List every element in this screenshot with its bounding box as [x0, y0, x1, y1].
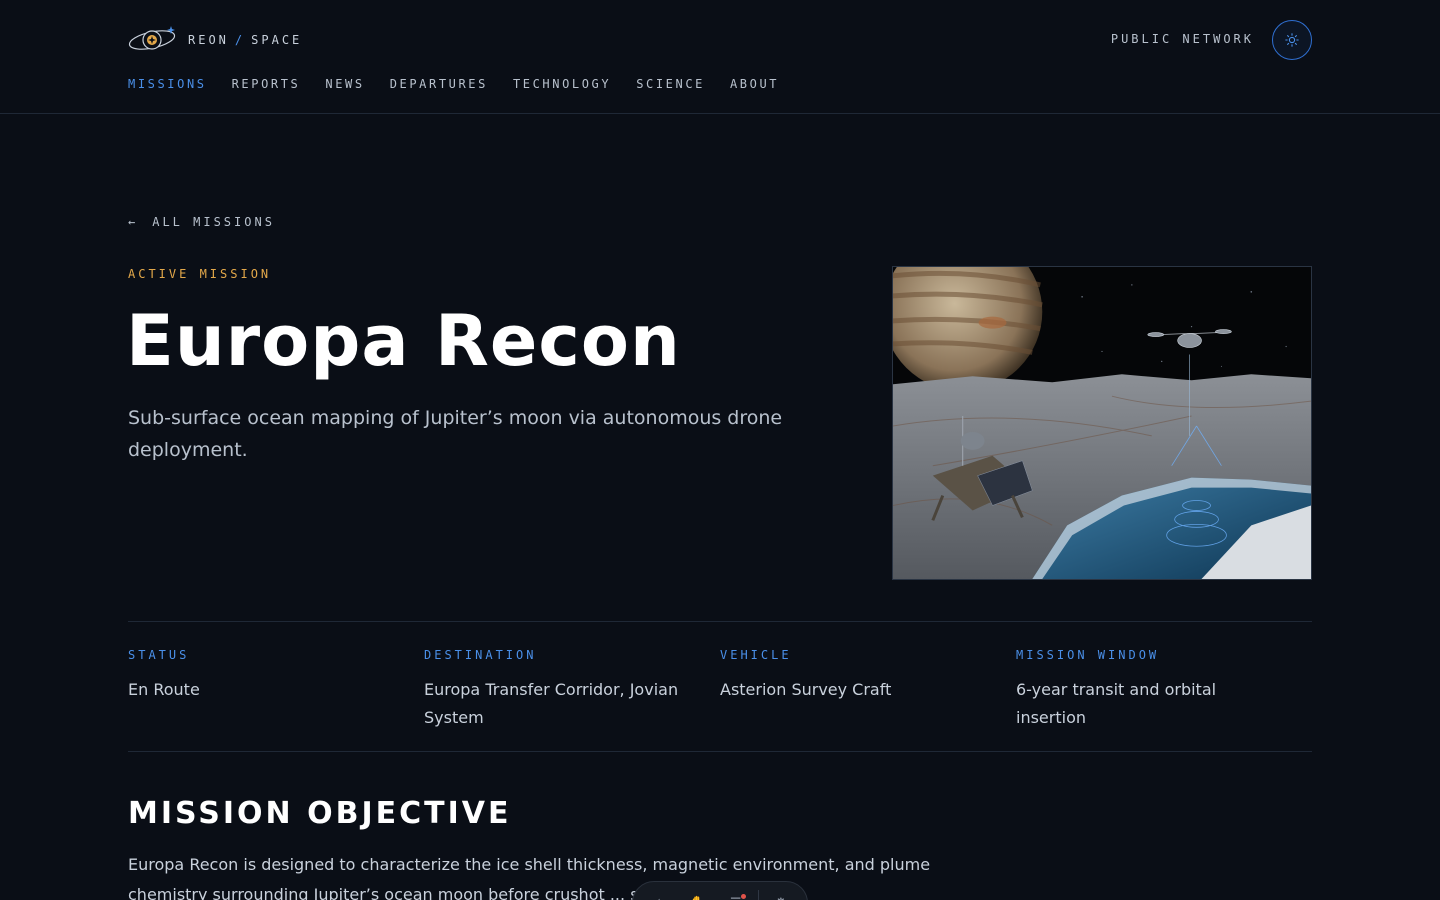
fact-label: DESTINATION	[424, 648, 537, 662]
fact-label: STATUS	[128, 648, 190, 662]
site-header: REON / SPACE PUBLIC NETWORK MISSIONS REP…	[0, 0, 1440, 114]
nav-item-technology[interactable]: TECHNOLOGY	[513, 76, 611, 92]
network-label: PUBLIC NETWORK	[1110, 32, 1254, 46]
menu-icon: ☰	[730, 896, 742, 900]
nav-item-news[interactable]: NEWS	[325, 76, 364, 92]
mission-objective-body: Europa Recon is designed to characterize…	[128, 855, 931, 900]
fact-value: 6-year transit and orbital insertion	[1016, 680, 1217, 727]
gear-icon: ⚙	[775, 896, 787, 900]
sun-icon	[1285, 33, 1299, 47]
section-title-mission-objective: MISSION OBJECTIVE	[128, 796, 512, 831]
mission-status-kicker: ACTIVE MISSION	[128, 267, 272, 281]
nav-item-reports[interactable]: REPORTS	[232, 76, 301, 92]
page-title: Europa Recon	[126, 300, 681, 382]
hand-icon: ✋	[689, 896, 705, 900]
page-subtitle: Sub-surface ocean mapping of Jupiter’s m…	[128, 407, 783, 461]
fact-mission-window: MISSION WINDOW 6-year transit and orbita…	[1016, 622, 1312, 751]
menu-tool-button[interactable]: ☰	[720, 888, 752, 900]
arrow-left-icon: ←	[128, 215, 139, 229]
nav-item-science[interactable]: SCIENCE	[636, 76, 705, 92]
fact-status: STATUS En Route	[128, 622, 424, 751]
notification-dot	[740, 894, 746, 899]
back-link-label: ALL MISSIONS	[152, 215, 275, 229]
all-missions-back-link[interactable]: ← ALL MISSIONS	[128, 214, 275, 230]
brand-name-left: REON	[188, 33, 229, 47]
mission-hero-image	[892, 266, 1312, 580]
main-nav: MISSIONS REPORTS NEWS DEPARTURES TECHNOL…	[128, 76, 779, 92]
fact-vehicle: VEHICLE Asterion Survey Craft	[720, 622, 1016, 751]
europa-illustration	[893, 267, 1311, 579]
hand-tool-button[interactable]: ✋	[681, 888, 713, 900]
fact-value: En Route	[128, 680, 200, 699]
pointer-icon: ▲	[654, 896, 664, 900]
brand-name-right: SPACE	[251, 33, 303, 47]
nav-item-about[interactable]: ABOUT	[730, 76, 779, 92]
brand-slash: /	[234, 33, 246, 47]
fact-destination: DESTINATION Europa Transfer Corridor, Jo…	[424, 622, 720, 751]
toolbar-divider	[757, 890, 759, 900]
brand-logo[interactable]: REON / SPACE	[128, 24, 302, 56]
brand-wordmark: REON / SPACE	[188, 33, 302, 47]
fact-value: Asterion Survey Craft	[720, 680, 892, 699]
floating-toolbar: ▲ ✋ ☰ ⚙	[632, 881, 808, 900]
mission-facts: STATUS En Route DESTINATION Europa Trans…	[128, 621, 1312, 752]
fact-label: MISSION WINDOW	[1016, 648, 1160, 662]
fact-label: VEHICLE	[720, 648, 792, 662]
theme-toggle-button[interactable]	[1272, 20, 1312, 60]
settings-tool-button[interactable]: ⚙	[765, 888, 797, 900]
nav-item-missions[interactable]: MISSIONS	[128, 76, 207, 92]
fact-value: Europa Transfer Corridor, Jovian System	[424, 680, 679, 727]
pointer-tool-button[interactable]: ▲	[643, 888, 675, 900]
nav-item-departures[interactable]: DEPARTURES	[390, 76, 488, 92]
planet-logo-icon	[128, 26, 176, 50]
